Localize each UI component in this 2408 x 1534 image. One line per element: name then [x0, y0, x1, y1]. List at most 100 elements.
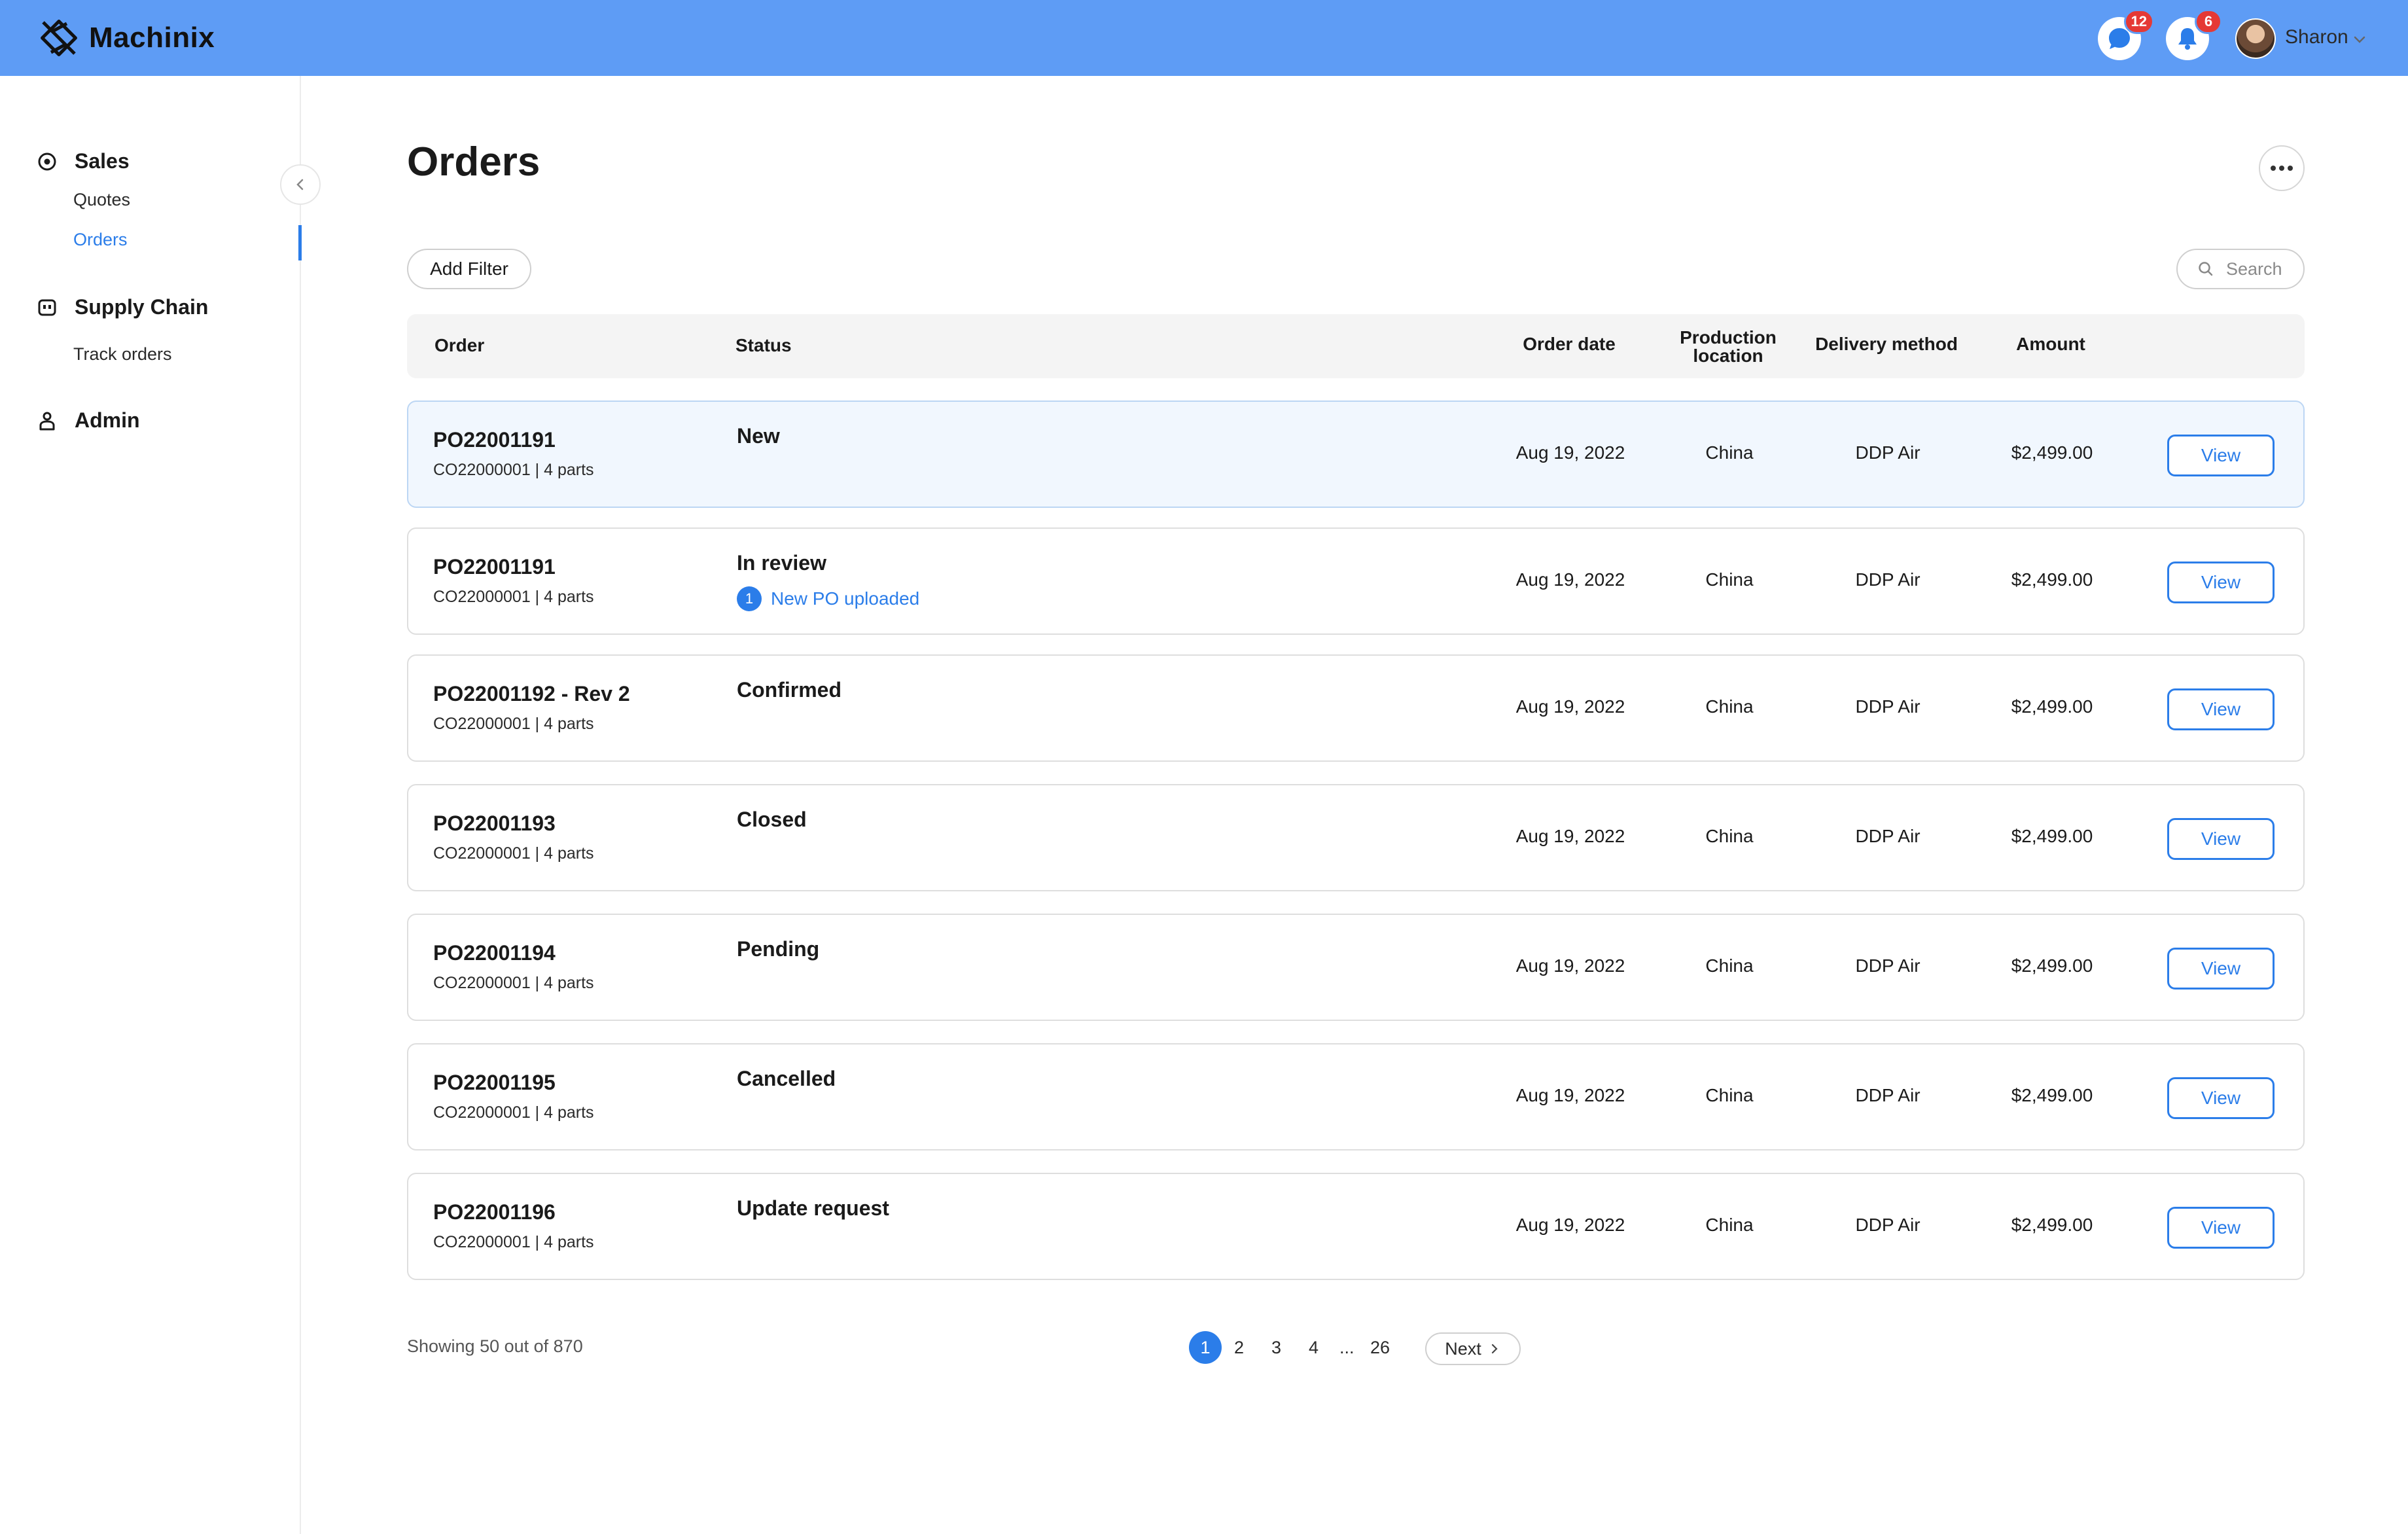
avatar[interactable]	[2235, 18, 2276, 59]
delivery-method: DDP Air	[1855, 442, 1921, 463]
order-date: Aug 19, 2022	[1515, 826, 1625, 846]
column-order-date[interactable]: Order date	[1523, 335, 1616, 353]
view-button[interactable]: View	[2167, 562, 2275, 603]
notifications-button[interactable]: 6	[2166, 9, 2222, 60]
table-row[interactable]: PO22001194 CO22000001 | 4 parts Pending …	[407, 914, 2305, 1021]
order-date: Aug 19, 2022	[1515, 696, 1625, 717]
order-details: CO22000001 | 4 parts	[433, 844, 594, 863]
amount: $2,499.00	[2011, 696, 2093, 717]
view-button[interactable]: View	[2167, 1207, 2275, 1249]
search-icon	[2199, 262, 2213, 276]
more-options-button[interactable]	[2259, 145, 2305, 191]
parts-count: 4 parts	[544, 844, 594, 863]
order-details: CO22000001 | 4 parts	[433, 1233, 594, 1252]
brand-logo[interactable]: Machinix	[38, 17, 215, 59]
production-location: China	[1705, 1085, 1754, 1105]
sidebar-item-orders[interactable]: Orders	[73, 230, 128, 250]
page-4-button[interactable]: 4	[1309, 1331, 1319, 1364]
user-icon	[39, 412, 55, 430]
status-label: Update request	[737, 1196, 889, 1220]
sidebar: Sales Quotes Orders Supply Chain Track o…	[0, 76, 321, 1534]
chevron-right-icon	[1491, 1344, 1498, 1354]
view-button[interactable]: View	[2167, 688, 2275, 730]
order-date: Aug 19, 2022	[1515, 1215, 1625, 1235]
top-bar: Machinix 12 6 Sharon	[0, 0, 2408, 76]
page-title: Orders	[407, 139, 540, 185]
order-date: Aug 19, 2022	[1515, 569, 1625, 590]
customer-order: CO22000001 |	[433, 715, 540, 733]
page-3-button[interactable]: 3	[1271, 1331, 1281, 1364]
parts-count: 4 parts	[544, 715, 594, 733]
delivery-method: DDP Air	[1855, 696, 1921, 717]
search-input[interactable]: Search	[2176, 249, 2305, 289]
order-date: Aug 19, 2022	[1515, 442, 1625, 463]
machinix-logo-icon	[41, 20, 77, 56]
delivery-method: DDP Air	[1855, 1215, 1921, 1235]
customer-order: CO22000001 |	[433, 1103, 540, 1122]
collapse-sidebar-button[interactable]	[280, 164, 321, 205]
amount: $2,499.00	[2011, 826, 2093, 846]
sidebar-item-quotes[interactable]: Quotes	[73, 190, 130, 210]
column-status[interactable]: Status	[735, 335, 792, 356]
note-text: New PO uploaded	[771, 588, 920, 609]
search-placeholder: Search	[2226, 259, 2282, 279]
order-id: PO22001192 - Rev 2	[433, 682, 630, 705]
view-button[interactable]: View	[2167, 948, 2275, 990]
column-production-location[interactable]: Production location	[1680, 329, 1777, 365]
page-1-button[interactable]: 1	[1189, 1331, 1222, 1364]
column-order[interactable]: Order	[434, 335, 484, 356]
order-details: CO22000001 | 4 parts	[433, 1103, 594, 1122]
amount: $2,499.00	[2011, 442, 2093, 463]
customer-order: CO22000001 |	[433, 461, 540, 479]
column-delivery-method[interactable]: Delivery method	[1815, 335, 1958, 353]
production-location: China	[1705, 442, 1754, 463]
status-note-link[interactable]: 1 New PO uploaded	[737, 586, 919, 611]
status-label: Cancelled	[737, 1067, 836, 1090]
next-page-button[interactable]: Next	[1425, 1332, 1521, 1365]
customer-order: CO22000001 |	[433, 844, 540, 863]
messages-button[interactable]: 12	[2098, 9, 2154, 60]
sidebar-group-sales[interactable]: Sales	[37, 149, 130, 173]
parts-count: 4 parts	[544, 1103, 594, 1122]
customer-order: CO22000001 |	[433, 974, 540, 992]
page-26-button[interactable]: 26	[1370, 1331, 1390, 1364]
more-horizontal-icon	[2271, 166, 2293, 171]
status-label: In review	[737, 551, 826, 575]
status-label: Confirmed	[737, 678, 841, 702]
user-name[interactable]: Sharon	[2285, 26, 2348, 48]
add-filter-button[interactable]: Add Filter	[407, 249, 531, 289]
chevron-down-icon[interactable]	[2352, 31, 2367, 47]
table-row[interactable]: PO22001191 CO22000001 | 4 parts New Aug …	[407, 401, 2305, 508]
page-2-button[interactable]: 2	[1234, 1331, 1244, 1364]
sidebar-active-indicator	[298, 225, 302, 260]
sidebar-item-track-orders[interactable]: Track orders	[73, 344, 172, 365]
amount: $2,499.00	[2011, 1215, 2093, 1235]
column-amount[interactable]: Amount	[2016, 335, 2085, 353]
order-details: CO22000001 | 4 parts	[433, 588, 594, 607]
table-row[interactable]: PO22001193 CO22000001 | 4 parts Closed A…	[407, 784, 2305, 891]
note-count-badge: 1	[737, 586, 762, 611]
next-label: Next	[1445, 1338, 1481, 1359]
parts-count: 4 parts	[544, 461, 594, 479]
sidebar-group-admin[interactable]: Admin	[37, 408, 140, 433]
order-date: Aug 19, 2022	[1515, 955, 1625, 976]
brand-name: Machinix	[89, 22, 215, 54]
customer-order: CO22000001 |	[433, 588, 540, 606]
supply-chain-icon	[38, 299, 56, 315]
column-label-line: location	[1693, 346, 1763, 366]
messages-badge: 12	[2123, 9, 2154, 34]
view-button[interactable]: View	[2167, 1077, 2275, 1119]
view-button[interactable]: View	[2167, 818, 2275, 860]
sidebar-group-label: Sales	[75, 149, 130, 173]
table-row[interactable]: PO22001196 CO22000001 | 4 parts Update r…	[407, 1173, 2305, 1280]
sidebar-group-supply-chain[interactable]: Supply Chain	[37, 295, 208, 319]
view-button[interactable]: View	[2167, 435, 2275, 476]
order-id: PO22001193	[433, 812, 556, 835]
order-details: CO22000001 | 4 parts	[433, 715, 594, 734]
chevron-left-icon	[296, 179, 304, 190]
order-id: PO22001191	[433, 428, 556, 452]
table-row[interactable]: PO22001191 CO22000001 | 4 parts In revie…	[407, 527, 2305, 635]
table-row[interactable]: PO22001195 CO22000001 | 4 parts Cancelle…	[407, 1043, 2305, 1150]
table-row[interactable]: PO22001192 - Rev 2 CO22000001 | 4 parts …	[407, 654, 2305, 762]
status-label: Pending	[737, 937, 820, 961]
